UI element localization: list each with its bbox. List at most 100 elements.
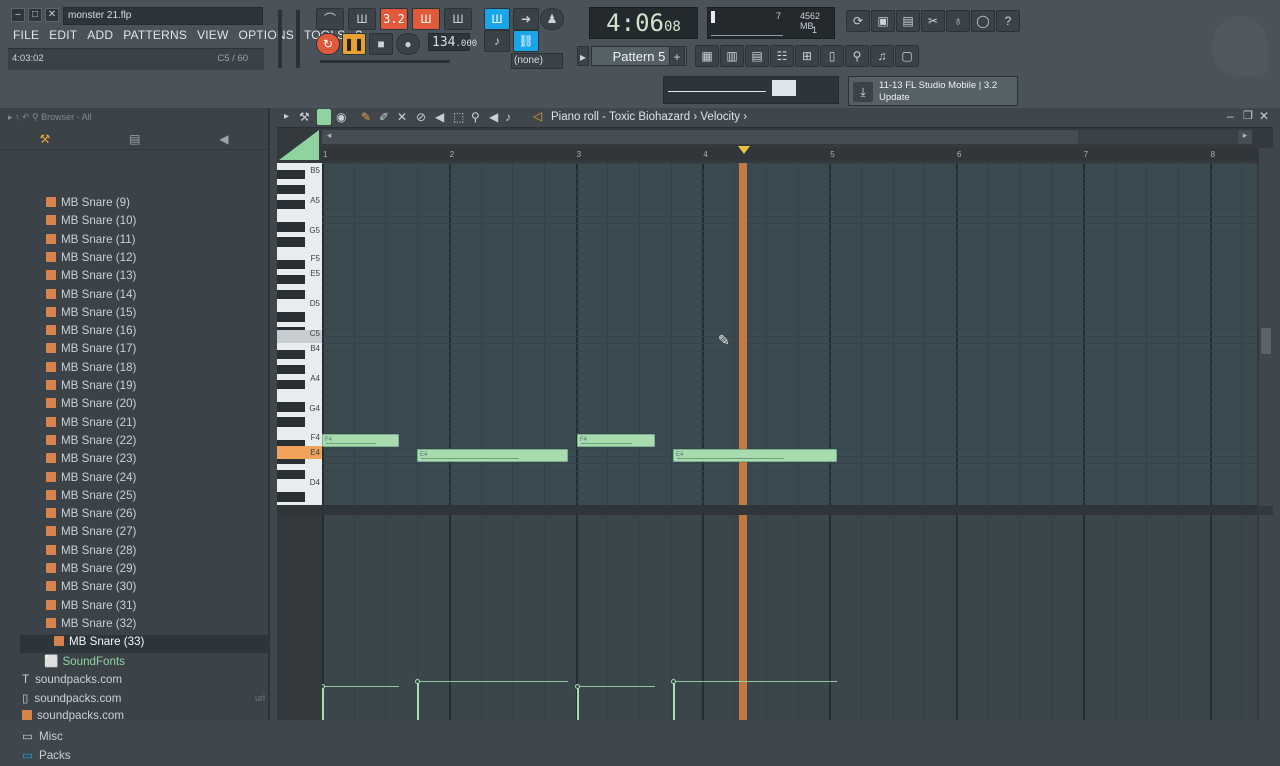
- snap-circle-icon[interactable]: ◉: [336, 110, 346, 124]
- metronome-icon[interactable]: ⌒: [316, 8, 344, 30]
- menu-view[interactable]: VIEW: [192, 27, 233, 45]
- piano-keyboard[interactable]: B5 A5 G5 F5 E5 D5 C5 B4 A4 G4 F4 E4 D4: [277, 163, 322, 505]
- menu-edit[interactable]: EDIT: [44, 27, 82, 45]
- pencil-icon[interactable]: ✎: [361, 110, 371, 124]
- browser-item-snare[interactable]: MB Snare (16): [46, 324, 136, 342]
- browser-item-snare[interactable]: MB Snare (20): [46, 397, 136, 415]
- menu-add[interactable]: ADD: [82, 27, 118, 45]
- add-pattern-button[interactable]: +: [669, 46, 685, 66]
- browser-item-snare[interactable]: MB Snare (15): [46, 306, 136, 324]
- browser-link[interactable]: soundpacks.com: [22, 709, 124, 727]
- browser-folder-soundfonts[interactable]: ⬜ SoundFonts: [44, 654, 125, 672]
- vertical-scrollbar[interactable]: [1259, 148, 1273, 506]
- splitter[interactable]: [277, 505, 1257, 515]
- speaker-tab-icon[interactable]: ◀: [219, 132, 228, 146]
- zoom-icon[interactable]: ⚲: [471, 110, 480, 124]
- piano-roll-icon[interactable]: Ш: [484, 8, 510, 30]
- velocity-handle[interactable]: [671, 679, 676, 684]
- browser-item-snare[interactable]: MB Snare (14): [46, 288, 136, 306]
- black-key[interactable]: [277, 259, 305, 269]
- browser-item-snare[interactable]: MB Snare (32): [46, 617, 136, 635]
- plugin-icon[interactable]: ⚲: [845, 45, 869, 67]
- playhead-marker-icon[interactable]: [738, 146, 750, 154]
- black-key[interactable]: [277, 402, 305, 412]
- minimize-button[interactable]: –: [11, 8, 25, 22]
- browser-item-snare[interactable]: MB Snare (13): [46, 269, 136, 287]
- mixer-icon[interactable]: ☷: [770, 45, 794, 67]
- playlist-icon[interactable]: ▦: [695, 45, 719, 67]
- slide-icon[interactable]: ♪: [484, 30, 510, 52]
- black-key[interactable]: [277, 222, 305, 232]
- black-key[interactable]: [277, 492, 305, 502]
- options-arrow-icon[interactable]: ▸: [284, 111, 289, 122]
- browser-item-snare[interactable]: MB Snare (23): [46, 452, 136, 470]
- step-edit-icon[interactable]: Ш: [412, 8, 440, 30]
- black-key[interactable]: [277, 289, 305, 299]
- menu-options[interactable]: OPTIONS: [234, 27, 299, 45]
- playback-icon[interactable]: ◀: [489, 110, 498, 124]
- master-volume-slider[interactable]: [278, 10, 282, 68]
- save-icon[interactable]: ▣: [871, 10, 895, 32]
- black-key[interactable]: [277, 417, 305, 427]
- current-project-tab-icon[interactable]: ▤: [129, 132, 140, 146]
- browser-item-snare[interactable]: MB Snare (19): [46, 379, 136, 397]
- piano-roll-view-icon[interactable]: ▥: [720, 45, 744, 67]
- pattern-song-slider[interactable]: [320, 60, 450, 63]
- channel-rack-icon[interactable]: ▤: [745, 45, 769, 67]
- arrow-right-icon[interactable]: ➜: [513, 8, 539, 30]
- loop-record-icon[interactable]: Ш: [444, 8, 472, 30]
- black-key[interactable]: [277, 312, 305, 322]
- master-pitch-slider[interactable]: [296, 10, 300, 68]
- black-key[interactable]: [277, 274, 305, 284]
- velocity-handle[interactable]: [322, 684, 325, 689]
- note[interactable]: E4: [673, 449, 837, 462]
- restore-pr-button[interactable]: ❐: [1243, 109, 1253, 122]
- undo-history-icon[interactable]: ⟳: [846, 10, 870, 32]
- browser-item-snare[interactable]: MB Snare (26): [46, 507, 136, 525]
- black-key[interactable]: [277, 237, 305, 247]
- record-button[interactable]: ●: [396, 33, 420, 55]
- velocity-stem[interactable]: [577, 686, 579, 720]
- tempo-display[interactable]: 134.000: [428, 33, 477, 51]
- piano-roll-title[interactable]: Piano roll - Toxic Biohazard › Velocity …: [551, 111, 747, 123]
- browser-tree-icon[interactable]: ⊞: [795, 45, 819, 67]
- browser-item-snare[interactable]: MB Snare (31): [46, 599, 136, 617]
- timeline-ruler[interactable]: 1 2 3 4 5 6 7 8: [322, 148, 1260, 161]
- all-tab-icon[interactable]: ⚒: [39, 132, 50, 146]
- close-button[interactable]: ✕: [45, 8, 59, 22]
- corner-stamp-icon[interactable]: [279, 130, 319, 160]
- browser-folder[interactable]: ▭ Packs: [22, 748, 71, 766]
- loop-toggle-icon[interactable]: ↻: [316, 33, 340, 55]
- black-key[interactable]: [277, 469, 305, 479]
- browser-item-snare[interactable]: MB Snare (24): [46, 471, 136, 489]
- browser-item-selected[interactable]: MB Snare (33): [20, 635, 270, 654]
- cut-icon[interactable]: ✂: [921, 10, 945, 32]
- news-panel[interactable]: ⤓ 11-13 FL Studio Mobile | 3.2 Update: [848, 76, 1018, 106]
- menu-file[interactable]: FILE: [8, 27, 44, 45]
- delete-icon[interactable]: ✕: [397, 110, 407, 124]
- browser-item-snare[interactable]: MB Snare (12): [46, 251, 136, 269]
- minimize-pr-button[interactable]: –: [1227, 109, 1234, 123]
- snap-value[interactable]: 3.2: [380, 8, 408, 30]
- help-icon[interactable]: ?: [996, 10, 1020, 32]
- browser-item-snare[interactable]: MB Snare (18): [46, 361, 136, 379]
- none-dropdown[interactable]: (none): [511, 53, 563, 69]
- browser-item-snare[interactable]: MB Snare (29): [46, 562, 136, 580]
- black-key[interactable]: [277, 199, 305, 209]
- velocity-stem[interactable]: [417, 681, 419, 720]
- browser-link[interactable]: Tsoundpacks.com: [22, 673, 122, 691]
- browser-item-snare[interactable]: MB Snare (21): [46, 416, 136, 434]
- wrench-icon[interactable]: ⚒: [299, 110, 310, 124]
- microphone-icon[interactable]: ♁: [946, 10, 970, 32]
- video-icon[interactable]: ▢: [895, 45, 919, 67]
- select-icon[interactable]: ⬚: [453, 110, 464, 124]
- browser-item-snare[interactable]: MB Snare (9): [46, 196, 130, 214]
- magnet-icon[interactable]: [317, 109, 331, 125]
- speaker-icon[interactable]: ♪: [505, 110, 511, 124]
- black-key[interactable]: [277, 169, 305, 179]
- velocity-scrollbar[interactable]: [1259, 515, 1273, 720]
- browser-folder[interactable]: ▭ Misc: [22, 729, 63, 747]
- velocity-handle[interactable]: [415, 679, 420, 684]
- mute-icon[interactable]: ⊘: [416, 110, 426, 124]
- maximize-button[interactable]: □: [28, 8, 42, 22]
